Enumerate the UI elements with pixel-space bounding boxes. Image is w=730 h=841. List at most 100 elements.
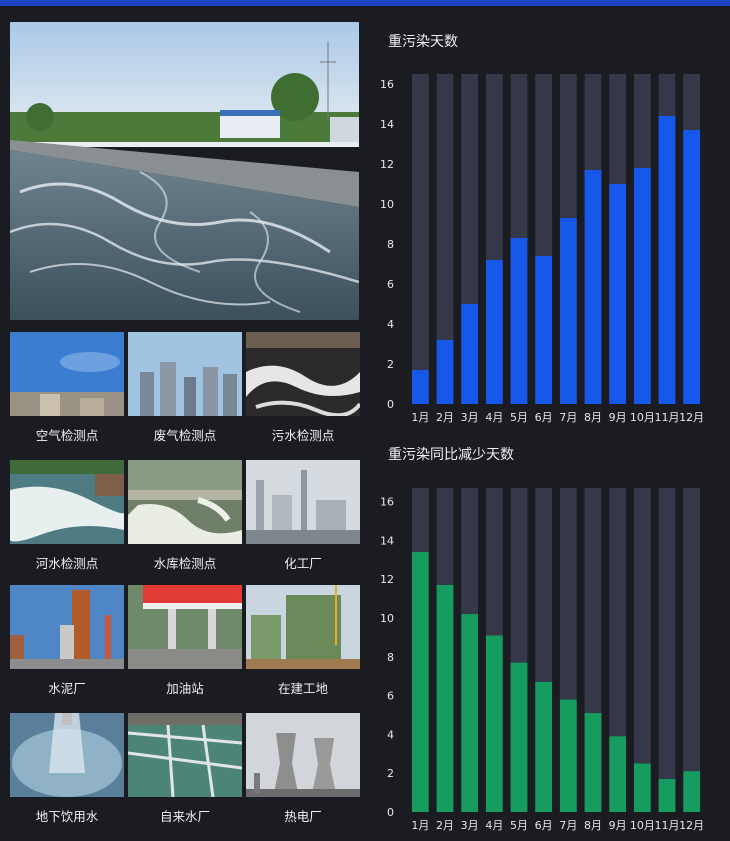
tile-label: 在建工地	[277, 681, 328, 696]
tile-air-monitoring[interactable]: 空气检测点	[10, 332, 124, 444]
x-tick-label: 10月	[630, 819, 655, 832]
bar-5月	[510, 662, 528, 812]
y-tick-label: 4	[387, 728, 394, 741]
x-tick-label: 1月	[411, 819, 429, 832]
y-tick-label: 4	[387, 318, 394, 331]
x-tick-label: 7月	[559, 819, 577, 832]
x-tick-label: 9月	[609, 411, 627, 424]
tile-label: 加油站	[166, 681, 204, 696]
x-tick-label: 8月	[584, 411, 602, 424]
tile-label: 地下饮用水	[35, 809, 99, 824]
tile-label: 废气检测点	[153, 428, 217, 443]
tile-river-monitoring[interactable]: 河水检测点	[10, 460, 124, 572]
bar-8月	[584, 713, 602, 812]
tile-waterworks[interactable]: 自来水厂	[128, 713, 242, 825]
x-tick-label: 7月	[559, 411, 577, 424]
x-tick-label: 9月	[609, 819, 627, 832]
tile-exhaust-monitoring[interactable]: 废气检测点	[128, 332, 242, 444]
groundwater-image	[10, 713, 124, 797]
bar-9月	[609, 184, 627, 404]
gas-station-image	[128, 585, 242, 669]
x-tick-label: 5月	[510, 819, 528, 832]
thermal-power-plant-image	[246, 713, 360, 797]
y-tick-label: 10	[380, 612, 394, 625]
chart-2-title: 重污染同比减少天数	[388, 447, 514, 463]
tile-thermal-power-plant[interactable]: 热电厂	[246, 713, 360, 825]
exhaust-monitoring-image	[128, 332, 242, 416]
y-tick-label: 0	[387, 398, 394, 411]
reservoir-monitoring-image	[128, 460, 242, 544]
bar-4月	[485, 260, 503, 404]
hero-image-wastewater-plant	[10, 22, 359, 320]
bar-background	[411, 74, 429, 404]
x-tick-label: 6月	[535, 819, 553, 832]
x-tick-label: 11月	[655, 411, 680, 424]
tile-label: 水泥厂	[48, 681, 86, 696]
tile-chemical-plant[interactable]: 化工厂	[246, 460, 360, 572]
x-tick-label: 8月	[584, 819, 602, 832]
x-tick-label: 4月	[485, 819, 503, 832]
tile-label: 空气检测点	[35, 428, 99, 443]
x-tick-label: 11月	[655, 819, 680, 832]
bar-2月	[436, 340, 454, 404]
x-tick-label: 5月	[510, 411, 528, 424]
bar-1月	[411, 552, 429, 812]
waterworks-image	[128, 713, 242, 797]
sewage-monitoring-image	[246, 332, 360, 416]
y-tick-label: 8	[387, 238, 394, 251]
bar-4月	[485, 635, 503, 812]
bar-6月	[535, 682, 553, 812]
y-tick-label: 16	[380, 78, 394, 91]
bar-10月	[633, 168, 651, 404]
bar-11月	[658, 779, 676, 812]
chart-1-title: 重污染天数	[388, 34, 458, 50]
y-tick-label: 16	[380, 496, 394, 509]
x-tick-label: 2月	[436, 411, 454, 424]
air-monitoring-image	[10, 332, 124, 416]
bar-11月	[658, 116, 676, 404]
y-tick-label: 14	[380, 118, 394, 131]
tile-groundwater[interactable]: 地下饮用水	[10, 713, 124, 825]
tile-construction-site[interactable]: 在建工地	[246, 585, 360, 697]
x-tick-label: 1月	[411, 411, 429, 424]
tile-cement-plant[interactable]: 水泥厂	[10, 585, 124, 697]
bar-7月	[559, 699, 577, 812]
tile-label: 自来水厂	[159, 809, 210, 824]
heavy-pollution-days-chart: 0 2 4 6 8 10 12 14 16 1月 2月 3月 4月 5月 6月 7月 8月 9月 10月 11月 12月	[380, 74, 704, 424]
river-monitoring-image	[10, 460, 124, 544]
construction-site-image	[246, 585, 360, 669]
bar-5月	[510, 238, 528, 404]
y-tick-label: 10	[380, 198, 394, 211]
x-tick-label: 3月	[461, 411, 479, 424]
tile-label: 化工厂	[284, 556, 322, 571]
bar-background	[633, 488, 651, 812]
bar-3月	[461, 614, 479, 812]
y-tick-label: 2	[387, 358, 394, 371]
y-tick-label: 6	[387, 690, 394, 703]
tile-sewage-monitoring[interactable]: 污水检测点	[246, 332, 360, 444]
x-tick-label: 10月	[630, 411, 655, 424]
cement-plant-image	[10, 585, 124, 669]
chemical-plant-image	[246, 460, 360, 544]
bar-8月	[584, 170, 602, 404]
tile-label: 热电厂	[284, 809, 322, 824]
y-tick-label: 12	[380, 158, 394, 171]
y-tick-label: 8	[387, 651, 394, 664]
y-tick-label: 14	[380, 534, 394, 547]
top-accent-bar	[0, 0, 730, 6]
bar-background	[683, 488, 701, 812]
bar-9月	[609, 736, 627, 812]
y-tick-label: 12	[380, 573, 394, 586]
bar-10月	[633, 763, 651, 812]
tile-label: 水库检测点	[153, 556, 217, 571]
x-tick-label: 2月	[436, 819, 454, 832]
x-tick-label: 12月	[679, 819, 704, 832]
pollution-reduction-days-chart: 0 2 4 6 8 10 12 14 16 1月 2月 3月 4月 5月 6月 7月 8月 9月 10月 11月 12月	[380, 488, 704, 832]
x-tick-label: 6月	[535, 411, 553, 424]
x-tick-label: 4月	[485, 411, 503, 424]
bar-2月	[436, 585, 454, 812]
bar-1月	[411, 370, 429, 404]
tile-reservoir-monitoring[interactable]: 水库检测点	[128, 460, 242, 572]
tile-gas-station[interactable]: 加油站	[128, 585, 242, 697]
bar-background	[658, 488, 676, 812]
